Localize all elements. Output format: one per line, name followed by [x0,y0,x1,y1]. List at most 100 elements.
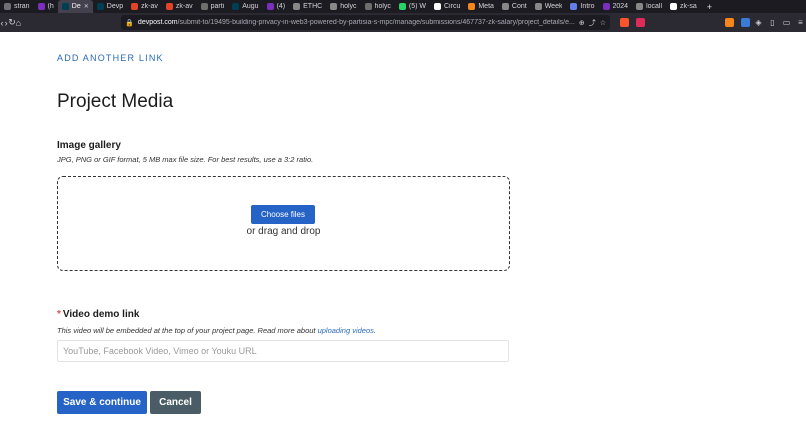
tab-label: (h [47,3,54,10]
tab-favicon-icon [602,3,610,10]
browser-tab[interactable]: Cont [498,0,531,13]
tab-favicon-icon [434,3,441,10]
tab-favicon-icon [232,3,240,10]
tab-label: Week [544,3,563,10]
tab-favicon-icon [330,3,338,10]
puzzle-icon[interactable]: ◈ [753,18,764,27]
reload-icon[interactable]: ↻ [8,17,16,28]
browser-tab[interactable]: Week [531,0,567,13]
tab-favicon-icon [4,3,11,10]
video-help-suffix: . [373,326,376,335]
tab-favicon-icon [37,3,45,10]
tab-label: holyc [374,3,391,10]
tab-favicon-icon [96,3,104,10]
bookmark-icon[interactable]: ☆ [600,19,606,27]
video-demo-label: * Video demo link [57,309,139,320]
required-marker: * [57,309,61,320]
tab-favicon-icon [200,3,208,10]
video-help-text: This video will be embedded at the top o… [57,326,318,335]
browser-tab[interactable]: Meta [464,0,498,13]
tab-label: Intro [580,3,595,10]
extensions-area: ◈ ▯ ▭ ≡ [616,18,806,27]
browser-tab[interactable]: Augu [228,0,262,13]
browser-tab[interactable]: parti [197,0,229,13]
tab-label: zk-av [175,3,193,10]
save-and-continue-button[interactable]: Save & continue [57,391,147,414]
browser-tab[interactable]: Circu [430,0,464,13]
tab-favicon-icon [293,3,301,10]
cancel-button[interactable]: Cancel [150,391,201,414]
menu-icon[interactable]: ≡ [795,18,806,27]
tab-favicon-icon [570,3,578,10]
browser-tab[interactable]: zk-av [162,0,197,13]
tab-label: Cont [511,3,527,10]
tab-favicon-icon [364,3,372,10]
extension-icon[interactable] [741,18,750,27]
tab-label: (4) [276,3,286,10]
tab-favicon-icon [670,3,678,10]
video-demo-label-text: Video demo link [62,309,140,320]
metamask-icon[interactable] [725,18,734,27]
add-another-link[interactable]: ADD ANOTHER LINK [57,53,164,63]
address-bar[interactable]: 🔒 devpost.com/submit-to/19495-building-p… [121,15,610,30]
tab-label: stran [14,3,30,10]
image-gallery-help: JPG, PNG or GIF format, 5 MB max file si… [57,155,314,164]
choose-files-button[interactable]: Choose files [251,205,315,224]
tab-favicon-icon [398,3,406,10]
tab-label: Augu [242,3,259,10]
browser-tab[interactable]: 2024 [599,0,633,13]
browser-tab[interactable]: Devp [93,0,127,13]
tab-label: parti [210,3,225,10]
share-icon[interactable]: ⤴ [589,18,596,28]
video-demo-help: This video will be embedded at the top o… [57,326,376,335]
tab-favicon-icon [165,3,173,10]
tab-favicon-icon [266,3,274,10]
browser-tab[interactable]: holyc [326,0,360,13]
browser-tab[interactable]: zk-sa [666,0,701,13]
image-gallery-label: Image gallery [57,140,121,151]
tab-label: (5) W [408,3,426,10]
tab-favicon-icon [61,3,69,10]
tab-label: zk-sa [680,3,697,10]
browser-tab[interactable]: ETHC [289,0,326,13]
drag-and-drop-text: or drag and drop [246,226,321,237]
video-url-input[interactable] [57,340,509,362]
tab-label: 2024 [612,3,629,10]
tab-label: Meta [478,3,494,10]
tab-favicon-icon [636,3,644,10]
wallet-icon[interactable]: ▭ [781,18,792,27]
browser-tab[interactable]: (4) [263,0,290,13]
uploading-videos-link[interactable]: uploading videos [318,326,374,335]
browser-tab[interactable]: (h [34,0,58,13]
tab-favicon-icon [501,3,509,10]
browser-tab-bar: stran (h De ✕ Devp zk-av zk-av parti Augu (4) ETHC… [0,0,806,13]
zoom-icon[interactable]: ⊕ [579,19,585,27]
tab-label: zk-av [141,3,158,10]
tab-label: De [71,3,81,10]
browser-tab[interactable]: locall [632,0,666,13]
tab-label: locall [646,3,663,10]
browser-tab[interactable]: stran [0,0,34,13]
tab-favicon-icon [534,3,542,10]
url-text[interactable]: devpost.com/submit-to/19495-building-pri… [138,19,575,26]
browser-nav-bar: ‹ › ↻ ⌂ 🔒 devpost.com/submit-to/19495-bu… [0,13,806,32]
tab-favicon-icon [468,3,476,10]
sidebar-icon[interactable]: ▯ [767,18,778,27]
tab-label: Devp [106,3,124,10]
tab-favicon-icon [131,3,139,10]
brave-shield-icon[interactable] [620,18,629,27]
page-title: Project Media [57,91,174,112]
tab-close-icon[interactable]: ✕ [84,3,89,10]
browser-tab[interactable]: Intro [566,0,598,13]
new-tab-icon[interactable]: + [701,0,718,13]
browser-tab[interactable]: holyc [361,0,395,13]
browser-tab[interactable]: De ✕ [57,0,93,13]
browser-tab[interactable]: (5) W [395,0,430,13]
home-icon[interactable]: ⌂ [16,18,21,28]
tab-label: Circu [444,3,461,10]
lock-icon: 🔒 [125,19,134,27]
tab-label: holyc [340,3,357,10]
browser-tab[interactable]: zk-av [127,0,162,13]
rewards-icon[interactable] [636,18,645,27]
tab-label: ETHC [303,3,323,10]
